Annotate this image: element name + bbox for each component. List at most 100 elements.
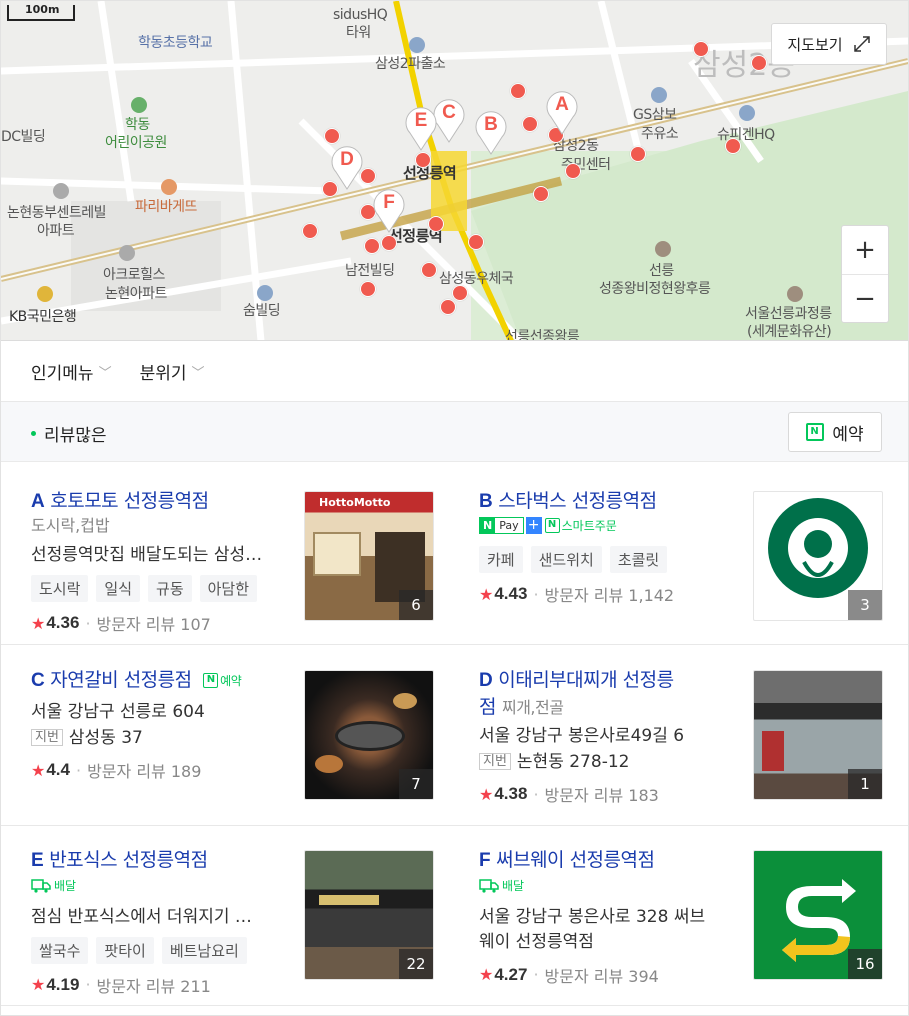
chevron-down-icon: ﹀: [98, 366, 112, 381]
map-pin-a[interactable]: A: [545, 89, 579, 135]
map-label: 주유소: [641, 126, 679, 142]
bakery-icon: [161, 179, 177, 195]
map-place-dot[interactable]: [415, 152, 431, 168]
tag: 일식: [96, 575, 141, 602]
photo-count: 3: [848, 590, 882, 620]
building-icon: [119, 245, 135, 261]
map-label: 아파트: [37, 223, 75, 239]
delivery-badge: 배달: [479, 877, 524, 894]
place-thumbnail-b[interactable]: 3: [753, 491, 883, 621]
star-icon: ★: [31, 613, 46, 633]
map-place-dot[interactable]: [302, 223, 318, 239]
map-place-dot[interactable]: [468, 234, 484, 250]
zoom-out-button[interactable]: −: [842, 274, 888, 322]
place-thumbnail-d[interactable]: 1: [753, 670, 883, 800]
place-description: 점심 반포식스에서 더워지기 …: [31, 906, 252, 927]
filter-atmosphere[interactable]: 분위기 ﹀: [140, 359, 205, 384]
map-place-dot[interactable]: [751, 55, 767, 71]
map-label: (세계문화유산): [747, 324, 832, 340]
star-icon: ★: [31, 760, 46, 780]
divider: [1, 1005, 908, 1006]
star-icon: ★: [31, 975, 46, 994]
map-label: KB국민은행: [9, 309, 77, 325]
map-label: 파리바게뜨: [135, 199, 197, 215]
tag: 카페: [479, 546, 523, 573]
review-count: 방문자 리뷰 1,142: [544, 586, 675, 605]
map-pin-d[interactable]: D: [330, 144, 364, 190]
map-place-dot[interactable]: [630, 146, 646, 162]
review-count: 방문자 리뷰 394: [544, 966, 659, 986]
place-description: 선정릉역맛집 배달도되는 삼성…: [31, 545, 263, 565]
divider: [1, 825, 908, 826]
divider: [1, 644, 908, 645]
delivery-badge: 배달: [31, 877, 76, 894]
map-view[interactable]: 100m sidusHQ 타워 학동초등학교 삼성2파출소 삼성2동 DC빌딩 …: [1, 1, 908, 341]
map-label: 숨빌딩: [243, 303, 281, 319]
place-thumbnail-e[interactable]: 22: [304, 850, 434, 980]
building-icon: [53, 183, 69, 199]
map-label: 남전빌딩: [345, 263, 395, 279]
smart-order-badge: N 스마트주문: [544, 517, 617, 534]
reserve-filter-button[interactable]: N 예약: [788, 412, 882, 452]
map-label: 선릉: [649, 263, 674, 279]
map-place-dot[interactable]: [421, 262, 437, 278]
map-place-dot[interactable]: [510, 83, 526, 99]
plus-icon: +: [525, 517, 542, 534]
filter-popular-menu[interactable]: 인기메뉴 ﹀: [31, 359, 112, 384]
map-place-dot[interactable]: [381, 235, 397, 251]
map-place-dot[interactable]: [522, 116, 538, 132]
review-count: 방문자 리뷰 107: [96, 615, 211, 634]
place-thumbnail-f[interactable]: 16: [753, 850, 883, 980]
map-label: 선릉선종왕릉: [505, 329, 580, 341]
tag: 쌀국수: [31, 936, 89, 964]
tag: 초콜릿: [609, 546, 668, 573]
sort-bar: 리뷰많은 N 예약: [1, 402, 908, 462]
tag: 팟타이: [96, 936, 154, 964]
map-label: 삼성동우체국: [439, 271, 514, 287]
star-icon: ★: [479, 784, 494, 804]
gas-station-icon: [651, 87, 667, 103]
view-map-button[interactable]: 지도보기: [771, 23, 887, 65]
view-map-label: 지도보기: [787, 35, 843, 54]
map-pin-b[interactable]: B: [474, 109, 508, 155]
delivery-truck-icon: [479, 878, 499, 893]
map-place-dot[interactable]: [440, 299, 456, 315]
map-pin-f[interactable]: F: [372, 187, 406, 233]
map-label: 논현아파트: [105, 286, 167, 302]
reserve-badge: N 예약: [203, 668, 242, 694]
zoom-in-button[interactable]: +: [842, 226, 888, 274]
map-place-dot[interactable]: [364, 238, 380, 254]
building-icon: [257, 285, 273, 301]
map-pin-e[interactable]: E: [404, 105, 438, 151]
delivery-truck-icon: [31, 878, 51, 893]
place-thumbnail-c[interactable]: 7: [304, 670, 434, 800]
sort-option-reviews[interactable]: 리뷰많은: [31, 421, 107, 446]
tag: 베트남요리: [161, 936, 247, 964]
bank-icon: [37, 286, 53, 302]
map-place-dot[interactable]: [360, 281, 376, 297]
map-station-label: 선정릉역: [403, 164, 457, 182]
heritage-icon: [655, 241, 671, 257]
photo-count: 22: [399, 949, 433, 979]
tag: 샌드위치: [530, 546, 602, 573]
review-count: 방문자 리뷰 183: [544, 786, 659, 805]
photo-count: 7: [399, 769, 433, 799]
map-label: 학동: [125, 117, 150, 133]
map-label: 삼성2파출소: [375, 56, 446, 72]
map-place-dot[interactable]: [565, 163, 581, 179]
police-icon: [409, 37, 425, 53]
place-search-panel: 100m sidusHQ 타워 학동초등학교 삼성2파출소 삼성2동 DC빌딩 …: [0, 0, 909, 1016]
map-place-dot[interactable]: [533, 186, 549, 202]
place-thumbnail-a[interactable]: HottoMotto 6: [304, 491, 434, 621]
map-place-dot[interactable]: [693, 41, 709, 57]
photo-count: 16: [848, 949, 882, 979]
map-place-dot[interactable]: [324, 128, 340, 144]
tag: 도시락: [31, 575, 89, 602]
map-place-dot[interactable]: [452, 285, 468, 301]
zoom-control: + −: [841, 225, 889, 323]
map-place-dot[interactable]: [725, 138, 741, 154]
tag: 규동: [148, 575, 192, 602]
map-place-dot[interactable]: [428, 216, 444, 232]
map-label: GS삼보: [633, 107, 677, 123]
chevron-down-icon: ﹀: [191, 366, 205, 381]
